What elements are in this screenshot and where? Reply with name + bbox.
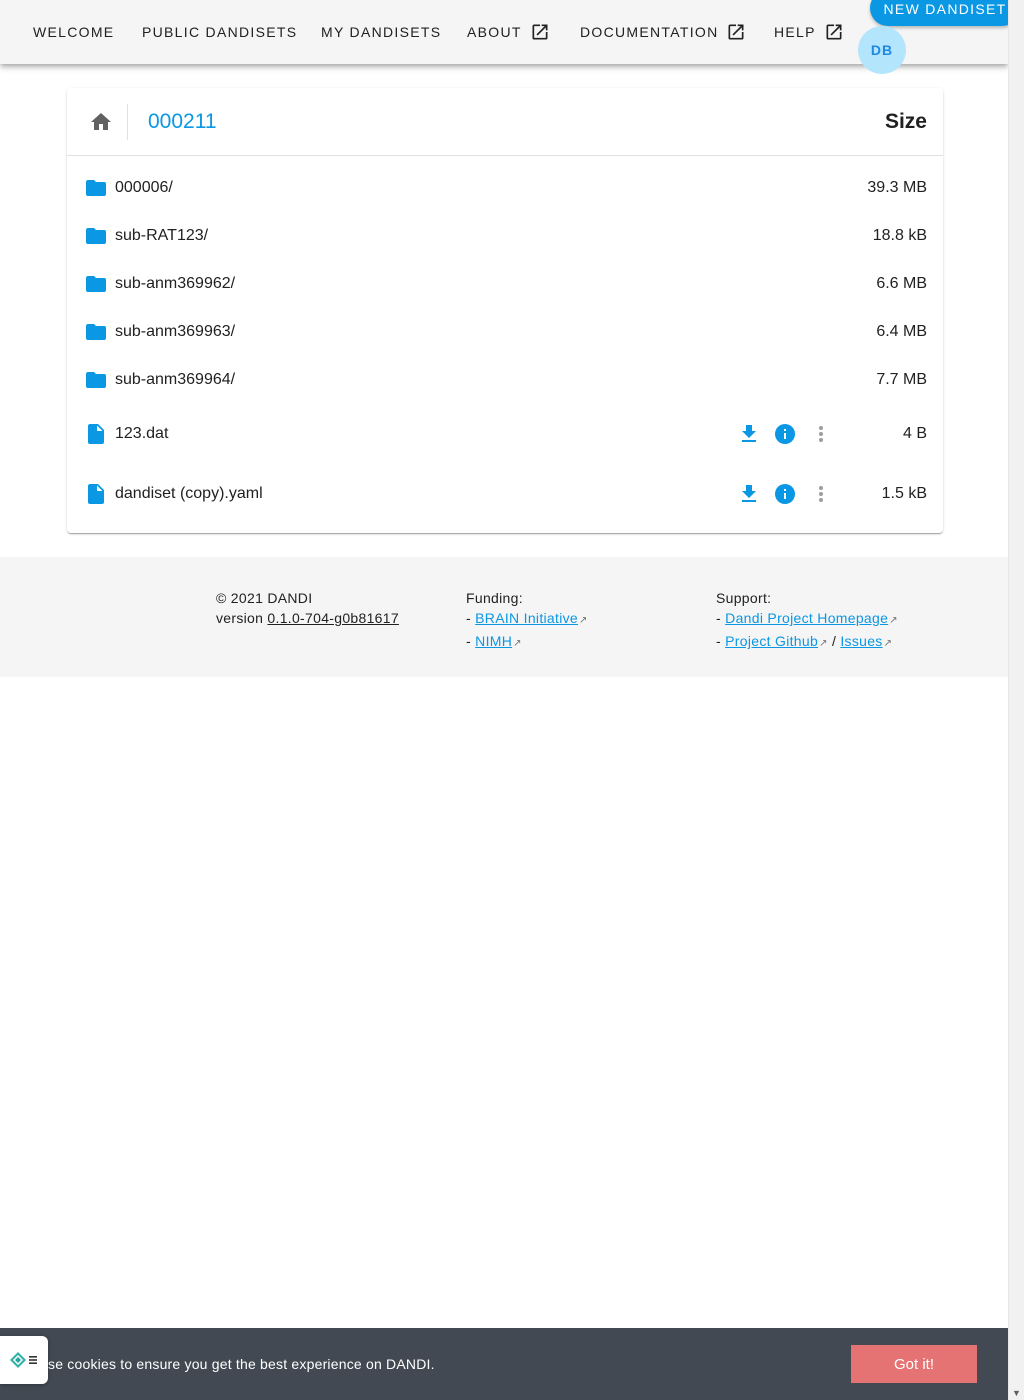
footer-funding: Funding: - BRAIN Initiative↗ - NIMH↗	[466, 588, 588, 654]
folder-size: 6.4 MB	[876, 323, 927, 340]
file-row[interactable]: 123.dat 4 B	[67, 410, 943, 458]
open-in-new-icon	[532, 24, 548, 40]
folder-row[interactable]: sub-anm369962/ 6.6 MB	[67, 260, 943, 308]
copyright: © 2021 DANDI	[216, 590, 313, 606]
open-in-new-icon	[728, 24, 744, 40]
funding-item: - NIMH↗	[466, 631, 588, 654]
version-prefix: version	[216, 610, 268, 626]
file-size: 4 B	[902, 425, 927, 442]
nav-public-dandisets-label: PUBLIC DANDISETS	[142, 24, 298, 40]
folder-size: 6.6 MB	[876, 275, 927, 292]
folder-size: 18.8 kB	[872, 227, 927, 244]
cookie-accept-button[interactable]: Got it!	[851, 1345, 977, 1383]
file-name[interactable]: 123.dat	[115, 410, 168, 458]
download-icon[interactable]	[737, 482, 761, 506]
dandi-homepage-link[interactable]: Dandi Project Homepage	[725, 610, 888, 626]
folder-icon	[86, 276, 106, 292]
folder-name[interactable]: sub-anm369963/	[115, 308, 235, 356]
footer-info: © 2021 DANDI version 0.1.0-704-g0b81617	[216, 588, 399, 628]
nav-documentation-label: DOCUMENTATION	[580, 24, 719, 40]
page-scrollbar[interactable]: ▼	[1008, 0, 1024, 1400]
nav-about-label: ABOUT	[467, 24, 522, 40]
folder-name[interactable]: sub-anm369964/	[115, 356, 235, 404]
breadcrumb-divider	[127, 104, 128, 140]
support-item: - Dandi Project Homepage↗	[716, 608, 898, 631]
folder-name[interactable]: sub-anm369962/	[115, 260, 235, 308]
folder-name[interactable]: sub-RAT123/	[115, 212, 208, 260]
nav-help[interactable]: HELP	[774, 0, 844, 64]
folder-row[interactable]: sub-anm369963/ 6.4 MB	[67, 308, 943, 356]
nav-about[interactable]: ABOUT	[467, 0, 550, 64]
file-icon	[88, 424, 104, 444]
external-link-icon: ↗	[579, 615, 588, 626]
brain-initiative-link[interactable]: BRAIN Initiative	[475, 610, 578, 626]
list-dash: -	[466, 633, 476, 649]
file-size: 1.5 kB	[881, 485, 927, 502]
folder-icon	[86, 372, 106, 388]
file-icon	[88, 484, 104, 504]
file-name[interactable]: dandiset (copy).yaml	[115, 470, 263, 518]
external-link-icon: ↗	[819, 638, 828, 649]
info-icon[interactable]	[773, 422, 797, 446]
more-vert-icon[interactable]	[809, 422, 833, 446]
download-icon[interactable]	[737, 422, 761, 446]
nav-welcome-label: WELCOME	[33, 24, 115, 40]
folder-row[interactable]: sub-anm369964/ 7.7 MB	[67, 356, 943, 404]
version-link[interactable]: 0.1.0-704-g0b81617	[267, 610, 399, 626]
nav-public-dandisets[interactable]: PUBLIC DANDISETS	[142, 0, 297, 64]
folder-icon	[86, 228, 106, 244]
external-link-icon: ↗	[513, 638, 522, 649]
nav-my-dandisets-label: MY DANDISETS	[321, 24, 442, 40]
folder-size: 39.3 MB	[867, 179, 927, 196]
more-vert-icon[interactable]	[809, 482, 833, 506]
external-link-icon: ↗	[889, 615, 898, 626]
funding-title: Funding:	[466, 590, 523, 606]
file-row[interactable]: dandiset (copy).yaml 1.5 kB	[67, 470, 943, 518]
home-icon[interactable]	[89, 110, 113, 134]
funding-item: - BRAIN Initiative↗	[466, 608, 588, 631]
open-in-new-icon	[826, 24, 842, 40]
folder-name[interactable]: 000006/	[115, 164, 173, 212]
folder-row[interactable]: sub-RAT123/ 18.8 kB	[67, 212, 943, 260]
footer: © 2021 DANDI version 0.1.0-704-g0b81617 …	[0, 557, 1008, 677]
nimh-link[interactable]: NIMH	[475, 633, 512, 649]
list-dash: -	[716, 610, 726, 626]
folder-row[interactable]: 000006/ 39.3 MB	[67, 164, 943, 212]
folder-size: 7.7 MB	[876, 371, 927, 388]
footer-support: Support: - Dandi Project Homepage↗ - Pro…	[716, 588, 898, 654]
user-avatar[interactable]: DB	[858, 26, 906, 74]
folder-icon	[86, 180, 106, 196]
cookie-message: se cookies to ensure you get the best ex…	[48, 1356, 435, 1372]
netlify-widget-button[interactable]	[0, 1336, 48, 1384]
cookie-banner: se cookies to ensure you get the best ex…	[0, 1328, 1008, 1400]
file-browser-header: 000211 Size	[67, 88, 943, 156]
scroll-down-arrow-icon[interactable]: ▼	[1012, 1388, 1021, 1398]
support-item: - Project Github↗ / Issues↗	[716, 631, 898, 654]
version-line: version 0.1.0-704-g0b81617	[216, 608, 399, 628]
size-column-header: Size	[884, 110, 927, 133]
list-dash: -	[716, 633, 726, 649]
info-icon[interactable]	[773, 482, 797, 506]
file-browser-card: 000211 Size 000006/ 39.3 MB sub-RAT123/ …	[67, 88, 943, 533]
breadcrumb-dandiset-id[interactable]: 000211	[148, 88, 217, 156]
netlify-icon	[10, 1352, 37, 1368]
issues-link[interactable]: Issues	[840, 633, 882, 649]
folder-icon	[86, 324, 106, 340]
slash-separator: /	[827, 633, 841, 649]
list-dash: -	[466, 610, 476, 626]
nav-welcome[interactable]: WELCOME	[33, 0, 114, 64]
app-bar: WELCOME PUBLIC DANDISETS MY DANDISETS AB…	[0, 0, 1020, 74]
nav-help-label: HELP	[774, 24, 816, 40]
project-github-link[interactable]: Project Github	[725, 633, 818, 649]
external-link-icon: ↗	[883, 638, 893, 649]
nav-documentation[interactable]: DOCUMENTATION	[580, 0, 746, 64]
support-title: Support:	[716, 590, 772, 606]
new-dandiset-button[interactable]: NEW DANDISET	[870, 0, 1020, 26]
nav-my-dandisets[interactable]: MY DANDISETS	[321, 0, 441, 64]
